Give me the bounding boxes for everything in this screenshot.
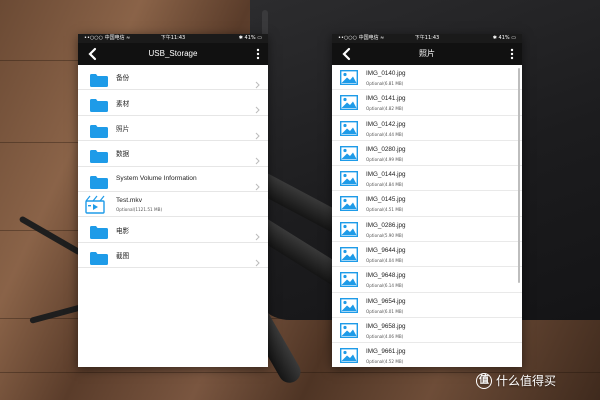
- image-file-icon: [339, 322, 359, 338]
- file-size: Optional(4.52 MB): [366, 359, 404, 365]
- photo-name: IMG_0142.jpg: [366, 120, 406, 128]
- folder-row[interactable]: 照片: [78, 116, 268, 142]
- file-list: 备份素材照片数据 System Volume Information Test.mk…: [78, 65, 268, 269]
- file-size: Optional(6.81 MB): [366, 81, 404, 86]
- page-title: 照片: [419, 49, 435, 58]
- file-size: Optional(4.99 MB): [366, 156, 404, 162]
- folder-icon: [90, 72, 108, 87]
- nav-bar: USB_Storage: [78, 43, 268, 65]
- item-label: 备份: [116, 75, 130, 83]
- photo-list: IMG_0140.jpg Optional(6.81 MB) IMG_0141.jp…: [332, 65, 522, 367]
- folder-icon: [90, 123, 108, 138]
- chevron-right-icon: [255, 99, 260, 114]
- folder-icon: [90, 148, 108, 164]
- left-phone-screen: ••○○○ 中国电信 ≈ 下午11:43 ✱ 41% ▭ USB_Storage…: [78, 34, 268, 367]
- file-size: Optional(5.90 MB): [366, 232, 404, 238]
- item-label: 截图: [116, 252, 130, 260]
- photo-row[interactable]: IMG_9654.jpg Optional(6.01 MB): [332, 293, 522, 318]
- image-file-icon: [339, 272, 359, 288]
- scrollbar[interactable]: [518, 68, 520, 283]
- watermark-text: 什么值得买: [496, 374, 557, 388]
- folder-row[interactable]: 截图: [78, 243, 268, 269]
- chevron-right-icon: [255, 226, 260, 241]
- photo-row[interactable]: IMG_9648.jpg Optional(6.14 MB): [332, 267, 522, 293]
- battery-status: ✱ 41% ▭: [238, 35, 262, 41]
- file-size: Optional(4.44 MB): [366, 131, 404, 137]
- photo-row[interactable]: IMG_0141.jpg Optional(4.82 MB): [332, 90, 522, 116]
- chevron-right-icon: [255, 74, 260, 89]
- photo-row[interactable]: IMG_0140.jpg Optional(6.81 MB): [332, 65, 522, 91]
- photo-name: IMG_9644.jpg: [366, 247, 406, 255]
- photo-row[interactable]: IMG_0142.jpg Optional(4.44 MB): [332, 116, 522, 141]
- folder-icon: [90, 174, 108, 189]
- item-label: 照片: [116, 125, 130, 133]
- file-size: Optional(4.04 MB): [366, 258, 404, 264]
- photo-row[interactable]: IMG_9658.jpg Optional(4.06 MB): [332, 318, 522, 344]
- photo-name: IMG_9648.jpg: [366, 272, 406, 280]
- folder-row[interactable]: System Volume Information: [78, 167, 268, 192]
- image-file-icon: [339, 297, 359, 313]
- right-phone-screen: ••○○○ 中国电信 ≈ 下午11:43 ✱ 41% ▭ 照片 IMG_0140…: [332, 34, 522, 367]
- watermark: 值 什么值得买: [476, 372, 556, 389]
- chevron-right-icon: [255, 150, 260, 165]
- photo-row[interactable]: IMG_0280.jpg Optional(4.99 MB): [332, 141, 522, 167]
- chevron-right-icon: [255, 176, 260, 190]
- photo-name: IMG_0145.jpg: [366, 196, 406, 204]
- nav-bar: 照片: [332, 43, 522, 65]
- chevron-right-icon: [255, 125, 260, 140]
- file-size: Optional(4.82 MB): [366, 106, 404, 112]
- folder-row[interactable]: 数据: [78, 141, 268, 167]
- status-bar: ••○○○ 中国电信 ≈ 下午11:43 ✱ 41% ▭: [78, 34, 268, 43]
- item-label: 数据: [116, 151, 130, 159]
- photo-name: IMG_0280.jpg: [366, 145, 406, 153]
- photo-row[interactable]: IMG_0286.jpg Optional(5.90 MB): [332, 217, 522, 243]
- file-size: Optional(4.51 MB): [366, 207, 404, 213]
- item-label: Test.mkv: [116, 196, 143, 204]
- folder-icon: [90, 250, 108, 265]
- photo-name: IMG_0141.jpg: [366, 95, 406, 103]
- more-options-icon[interactable]: [254, 47, 262, 61]
- file-size: Optional(1121.51 MB): [116, 206, 163, 212]
- photo-name: IMG_0144.jpg: [366, 171, 406, 179]
- item-label: 电影: [116, 227, 130, 235]
- photo-name: IMG_0140.jpg: [366, 70, 406, 77]
- page-title: USB_Storage: [148, 49, 198, 58]
- image-file-icon: [339, 247, 359, 263]
- watermark-logo: 值: [476, 372, 492, 389]
- file-size: Optional(6.01 MB): [366, 308, 404, 314]
- folder-row[interactable]: 备份: [78, 65, 268, 91]
- folder-row[interactable]: 素材: [78, 90, 268, 116]
- image-file-icon: [339, 69, 359, 86]
- photo-row[interactable]: IMG_9644.jpg Optional(4.04 MB): [332, 242, 522, 268]
- item-label: System Volume Information: [116, 175, 197, 183]
- chevron-right-icon: [255, 252, 260, 267]
- photo-name: IMG_9654.jpg: [366, 297, 406, 305]
- video-file-icon: [84, 195, 106, 214]
- file-size: Optional(4.84 MB): [366, 182, 404, 188]
- photo-name: IMG_9661.jpg: [366, 348, 406, 356]
- image-file-icon: [339, 95, 359, 111]
- image-file-icon: [339, 120, 359, 136]
- image-file-icon: [339, 171, 359, 187]
- file-size: Optional(6.14 MB): [366, 283, 404, 289]
- file-row[interactable]: Test.mkv Optional(1121.51 MB): [78, 192, 268, 218]
- folder-icon: [90, 224, 108, 240]
- photo-row[interactable]: IMG_0145.jpg Optional(4.51 MB): [332, 191, 522, 217]
- photo-name: IMG_9658.jpg: [366, 322, 406, 330]
- cable: [18, 215, 83, 256]
- photo-row[interactable]: IMG_0144.jpg Optional(4.84 MB): [332, 166, 522, 192]
- image-file-icon: [339, 196, 359, 212]
- more-options-icon[interactable]: [508, 47, 516, 61]
- photo-row[interactable]: IMG_9661.jpg Optional(4.52 MB): [332, 343, 522, 367]
- status-bar: ••○○○ 中国电信 ≈ 下午11:43 ✱ 41% ▭: [332, 34, 522, 43]
- image-file-icon: [339, 145, 359, 161]
- folder-icon: [90, 97, 108, 113]
- item-label: 素材: [116, 100, 130, 108]
- folder-row[interactable]: 电影: [78, 217, 268, 243]
- image-file-icon: [339, 221, 359, 237]
- image-file-icon: [339, 348, 359, 364]
- file-size: Optional(4.06 MB): [366, 333, 404, 339]
- battery-status: ✱ 41% ▭: [492, 35, 516, 41]
- photo-name: IMG_0286.jpg: [366, 221, 406, 229]
